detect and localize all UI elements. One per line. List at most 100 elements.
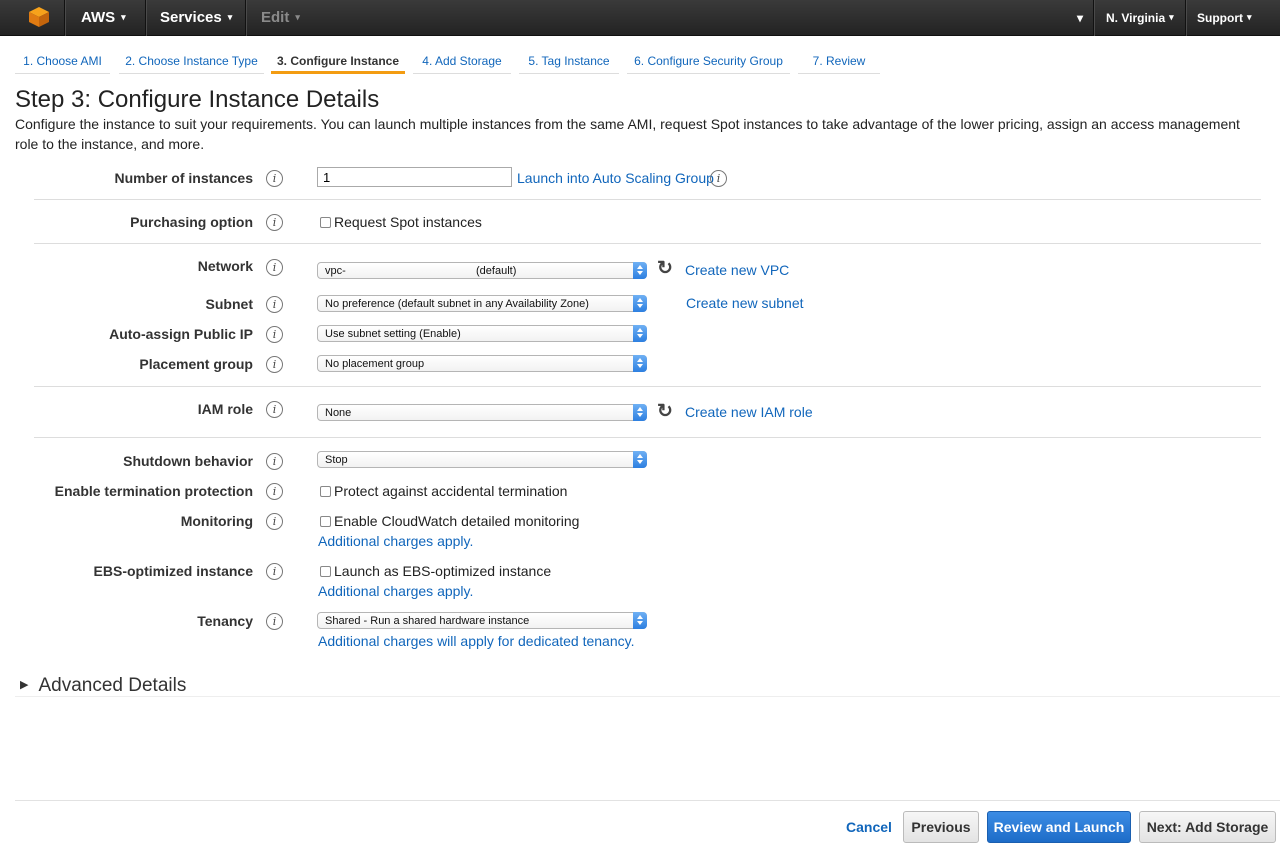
tenancy-value: Shared - Run a shared hardware instance [325, 615, 530, 627]
tab-tag-instance[interactable]: 5. Tag Instance [519, 46, 619, 74]
advanced-details-toggle[interactable]: ▶ Advanced Details [20, 675, 186, 697]
create-subnet-link[interactable]: Create new subnet [686, 295, 804, 311]
ebs-checkbox-label: Launch as EBS-optimized instance [334, 563, 552, 579]
subnet-label: Subnet [205, 296, 253, 312]
termination-label: Enable termination protection [54, 483, 253, 499]
edit-menu-label: Edit [261, 9, 290, 26]
info-icon[interactable]: i [266, 401, 283, 418]
services-menu[interactable]: Services ▾ [160, 9, 232, 26]
create-vpc-link[interactable]: Create new VPC [685, 262, 789, 278]
cancel-button[interactable]: Cancel [846, 819, 892, 835]
placement-select[interactable]: No placement group [317, 355, 647, 372]
aws-menu-label: AWS [81, 9, 116, 26]
create-iam-role-link[interactable]: Create new IAM role [685, 404, 813, 420]
info-icon[interactable]: i [266, 356, 283, 373]
chevron-down-icon: ▾ [1247, 12, 1252, 22]
instances-input[interactable] [317, 167, 512, 187]
nav-separator [145, 0, 146, 36]
spot-checkbox-label: Request Spot instances [334, 214, 482, 230]
account-menu[interactable]: ▾ [1077, 11, 1083, 25]
advanced-details-label: Advanced Details [38, 675, 187, 696]
shutdown-select[interactable]: Stop [317, 451, 647, 468]
info-icon[interactable]: i [266, 170, 283, 187]
info-icon[interactable]: i [266, 453, 283, 470]
subnet-select[interactable]: No preference (default subnet in any Ava… [317, 295, 647, 312]
placement-value: No placement group [325, 358, 425, 370]
chevron-down-icon: ▾ [227, 12, 233, 22]
info-icon[interactable]: i [266, 214, 283, 231]
termination-checkbox-label: Protect against accidental termination [334, 483, 568, 499]
divider [15, 696, 1280, 697]
monitoring-label: Monitoring [180, 513, 253, 529]
select-arrows-icon [633, 612, 647, 629]
footer-divider [15, 800, 1280, 801]
tab-choose-instance-type[interactable]: 2. Choose Instance Type [119, 46, 264, 74]
select-arrows-icon [633, 404, 647, 421]
top-navigation-bar: AWS ▾ Services ▾ Edit ▾ ▾ N. Virginia ▾ Supp… [0, 0, 1280, 36]
support-menu[interactable]: Support ▾ [1197, 11, 1252, 25]
select-arrows-icon [633, 262, 647, 279]
services-menu-label: Services [160, 9, 222, 26]
divider [34, 243, 1261, 244]
spot-checkbox[interactable] [320, 217, 331, 228]
info-icon[interactable]: i [266, 563, 283, 580]
auto-scaling-link[interactable]: Launch into Auto Scaling Group [517, 170, 714, 186]
chevron-down-icon: ▾ [1077, 11, 1084, 25]
tenancy-charges-link[interactable]: Additional charges will apply for dedica… [318, 633, 634, 649]
review-and-launch-button[interactable]: Review and Launch [987, 811, 1131, 843]
tab-choose-ami[interactable]: 1. Choose AMI [15, 46, 110, 74]
tenancy-select[interactable]: Shared - Run a shared hardware instance [317, 612, 647, 629]
tab-configure-instance[interactable]: 3. Configure Instance [271, 46, 405, 74]
chevron-down-icon: ▾ [121, 12, 126, 22]
subnet-value: No preference (default subnet in any Ava… [325, 298, 589, 310]
tab-configure-security-group[interactable]: 6. Configure Security Group [627, 46, 790, 74]
nav-separator [1093, 0, 1094, 36]
shutdown-value: Stop [325, 454, 348, 466]
ebs-checkbox[interactable] [320, 566, 331, 577]
info-icon[interactable]: i [266, 613, 283, 630]
select-arrows-icon [633, 325, 647, 342]
info-icon[interactable]: i [266, 483, 283, 500]
refresh-icon[interactable]: ↻ [657, 402, 675, 421]
divider [34, 437, 1261, 438]
divider [34, 199, 1261, 200]
network-select[interactable]: vpc- (default) [317, 262, 647, 279]
ebs-label: EBS-optimized instance [93, 563, 253, 579]
page-description: Configure the instance to suit your requ… [15, 116, 1240, 152]
chevron-down-icon: ▾ [1169, 12, 1174, 22]
next-add-storage-button[interactable]: Next: Add Storage [1139, 811, 1276, 843]
aws-menu[interactable]: AWS ▾ [81, 9, 126, 26]
select-arrows-icon [633, 295, 647, 312]
info-icon[interactable]: i [266, 259, 283, 276]
network-default: (default) [476, 265, 517, 277]
iam-select[interactable]: None [317, 404, 647, 421]
region-menu[interactable]: N. Virginia ▾ [1106, 11, 1174, 25]
caret-right-icon: ▶ [20, 679, 29, 691]
info-icon[interactable]: i [266, 513, 283, 530]
termination-checkbox[interactable] [320, 486, 331, 497]
info-icon[interactable]: i [266, 296, 283, 313]
public-ip-select[interactable]: Use subnet setting (Enable) [317, 325, 647, 342]
iam-label: IAM role [197, 401, 253, 417]
tenancy-label: Tenancy [197, 613, 253, 629]
nav-separator [1185, 0, 1186, 36]
ebs-charges-link[interactable]: Additional charges apply. [318, 583, 473, 599]
network-label: Network [197, 258, 253, 274]
edit-menu[interactable]: Edit ▾ [261, 9, 300, 26]
tab-add-storage[interactable]: 4. Add Storage [413, 46, 511, 74]
nav-separator [245, 0, 246, 36]
refresh-icon[interactable]: ↻ [657, 259, 675, 278]
public-ip-value: Use subnet setting (Enable) [325, 328, 461, 340]
network-value: vpc- [325, 265, 346, 277]
previous-button[interactable]: Previous [903, 811, 979, 843]
tab-review[interactable]: 7. Review [798, 46, 880, 74]
monitoring-charges-link[interactable]: Additional charges apply. [318, 533, 473, 549]
info-icon[interactable]: i [710, 170, 727, 187]
divider [34, 386, 1261, 387]
chevron-down-icon: ▾ [295, 12, 300, 22]
support-label: Support [1197, 11, 1243, 25]
aws-cube-logo-icon[interactable] [28, 6, 50, 28]
iam-value: None [325, 407, 352, 419]
info-icon[interactable]: i [266, 326, 283, 343]
monitoring-checkbox[interactable] [320, 516, 331, 527]
